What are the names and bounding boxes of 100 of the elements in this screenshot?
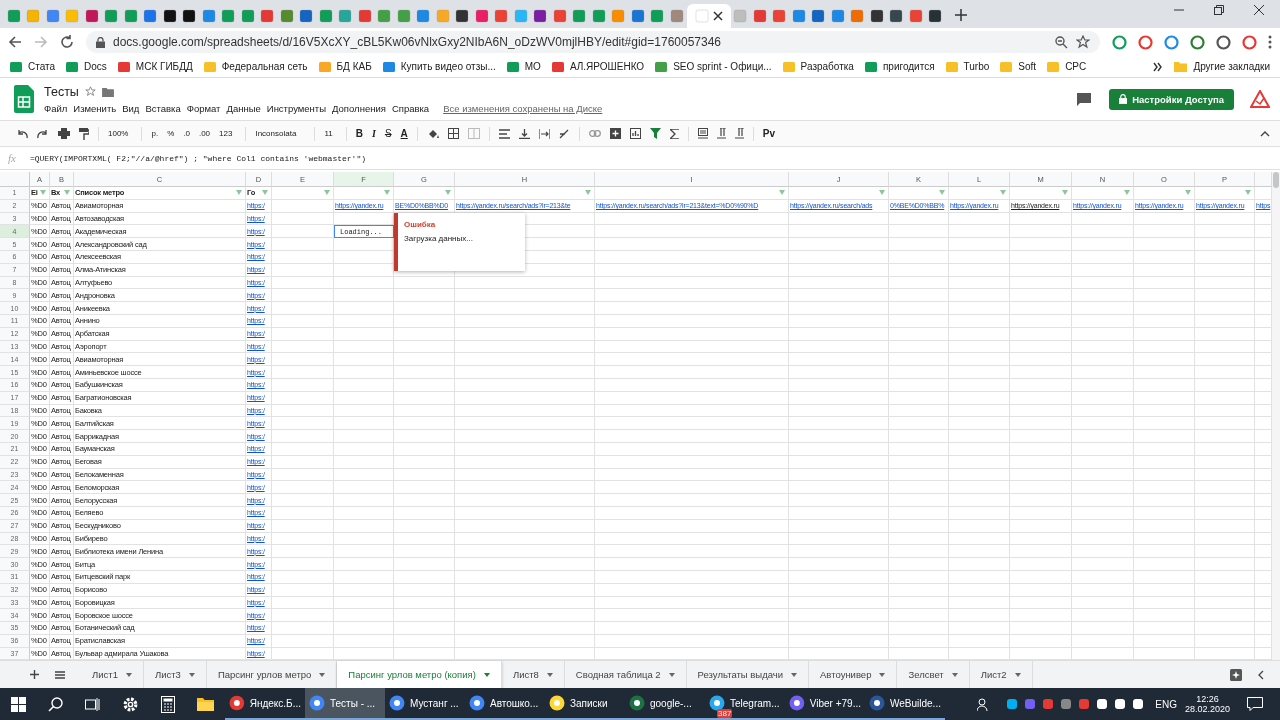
bookmark[interactable]: МО bbox=[506, 60, 541, 73]
back-icon[interactable] bbox=[8, 35, 22, 49]
menu-item[interactable]: Изменить bbox=[73, 102, 117, 114]
windows-icon[interactable] bbox=[11, 696, 26, 712]
tray-icon[interactable] bbox=[1132, 698, 1145, 710]
menu-item[interactable]: Вставка bbox=[145, 102, 181, 114]
zoom-dropdown[interactable]: 100% bbox=[108, 129, 133, 138]
clock-time[interactable]: 12:26 bbox=[1196, 694, 1219, 704]
star-icon[interactable] bbox=[84, 86, 96, 97]
extension-icon[interactable] bbox=[1138, 34, 1153, 50]
formula-field[interactable]: =QUERY(IMPORTXML( F2;"//a/@href") ; "where Col1 contains 'webmaster'") bbox=[29, 153, 366, 163]
align-icon[interactable] bbox=[498, 128, 510, 139]
font-dropdown[interactable]: Inconsolata bbox=[255, 129, 306, 138]
caret-icon[interactable] bbox=[546, 672, 553, 677]
paragraph-icon[interactable] bbox=[734, 128, 744, 139]
caret-icon[interactable] bbox=[879, 672, 886, 677]
task-view-icon[interactable] bbox=[85, 696, 100, 712]
font-size-dropdown[interactable]: 11 bbox=[324, 129, 337, 138]
extension-icon[interactable] bbox=[1242, 34, 1257, 50]
caret-icon[interactable] bbox=[791, 672, 798, 677]
menu-icon[interactable] bbox=[1268, 35, 1272, 49]
clock-date[interactable]: 28.02.2020 bbox=[1184, 704, 1230, 714]
increase-decimal-button[interactable]: .00 bbox=[198, 129, 211, 138]
redo-icon[interactable] bbox=[37, 128, 49, 139]
add-sheet-icon[interactable] bbox=[30, 670, 39, 679]
bookmark[interactable]: Turbo bbox=[945, 60, 990, 73]
menu-item[interactable]: Формат bbox=[186, 102, 221, 114]
tray-icon[interactable] bbox=[1096, 698, 1109, 710]
new-tab-icon[interactable] bbox=[955, 9, 967, 21]
share-button[interactable]: Настройки Доступа bbox=[1109, 88, 1234, 110]
caret-icon[interactable] bbox=[483, 672, 490, 677]
document-title[interactable]: Тесты bbox=[44, 84, 79, 99]
chevron-icon[interactable] bbox=[1153, 61, 1164, 72]
explore-icon[interactable] bbox=[1230, 668, 1242, 681]
bookmark[interactable]: SEO sprint - Офици... bbox=[655, 60, 772, 73]
star-icon[interactable] bbox=[1076, 35, 1090, 49]
bookmark[interactable]: Разработка bbox=[782, 60, 854, 73]
extension-icon[interactable] bbox=[1112, 34, 1127, 50]
language-indicator[interactable]: ENG bbox=[1155, 698, 1177, 710]
format-button[interactable]: B bbox=[355, 128, 363, 139]
paragraph-icon[interactable] bbox=[716, 128, 726, 139]
extension-icon[interactable] bbox=[1216, 34, 1231, 50]
menu-item[interactable]: Инструменты bbox=[266, 102, 327, 114]
folder-icon[interactable] bbox=[197, 697, 214, 711]
input-tools-dropdown[interactable]: Рv bbox=[762, 128, 779, 139]
undo-icon[interactable] bbox=[16, 128, 28, 139]
currency-button[interactable]: р. bbox=[151, 129, 159, 138]
taskbar-app[interactable]: Viber +79... bbox=[785, 688, 865, 720]
tray-icon[interactable] bbox=[1114, 698, 1127, 710]
taskbar-app[interactable]: Автошко... bbox=[465, 688, 545, 720]
link-icon[interactable] bbox=[588, 130, 601, 137]
extension-icon[interactable] bbox=[1164, 34, 1179, 50]
text-direction-icon[interactable] bbox=[697, 128, 708, 139]
caret-icon[interactable] bbox=[951, 672, 958, 677]
menu-item[interactable]: Данные bbox=[226, 102, 261, 114]
number-format-dropdown[interactable]: 123 bbox=[219, 129, 237, 138]
taskbar-app[interactable]: 387 Telegram... bbox=[705, 688, 785, 720]
bookmark[interactable]: пригодится bbox=[864, 60, 935, 73]
caret-icon[interactable] bbox=[319, 672, 326, 677]
taskbar-app[interactable]: WeBuilde... bbox=[865, 688, 945, 720]
comment-icon[interactable] bbox=[609, 128, 621, 139]
menu-item[interactable]: Дополнения bbox=[332, 102, 386, 114]
print-icon[interactable] bbox=[58, 128, 70, 139]
bookmark[interactable]: Docs bbox=[66, 60, 107, 73]
sheet-list-icon[interactable] bbox=[55, 670, 65, 679]
sum-icon[interactable] bbox=[669, 128, 679, 139]
wrap-icon[interactable] bbox=[538, 128, 550, 139]
format-button[interactable]: S bbox=[384, 128, 392, 139]
taskbar-app[interactable]: Записки bbox=[545, 688, 625, 720]
bookmark[interactable]: БД КАБ bbox=[318, 60, 372, 73]
taskbar-app[interactable]: Мустанг ... bbox=[385, 688, 465, 720]
close-icon[interactable] bbox=[1254, 5, 1264, 15]
bookmark[interactable]: Soft bbox=[1000, 60, 1037, 73]
bookmark[interactable]: МСК ГИБДД bbox=[117, 60, 193, 73]
reload-icon[interactable] bbox=[60, 35, 74, 49]
scrollbar-thumb[interactable] bbox=[1273, 172, 1279, 188]
percent-button[interactable]: % bbox=[167, 129, 175, 138]
calculator-icon[interactable] bbox=[161, 695, 175, 713]
bookmark[interactable]: Федеральная сеть bbox=[203, 60, 308, 73]
format-button[interactable]: A bbox=[400, 128, 408, 139]
taskbar-app[interactable]: Тесты - ... bbox=[305, 688, 385, 720]
caret-icon[interactable] bbox=[1014, 672, 1021, 677]
gear-icon[interactable] bbox=[122, 695, 139, 713]
sheet-tab[interactable]: Парсинг урлов метро (копия) bbox=[337, 661, 502, 688]
paint-format-icon[interactable] bbox=[79, 127, 89, 140]
search-icon[interactable] bbox=[48, 696, 63, 712]
bookmark[interactable]: АЛ.ЯРОШЕНКО bbox=[551, 60, 645, 73]
sheets-logo-icon[interactable] bbox=[14, 85, 34, 113]
restore-icon[interactable] bbox=[1214, 5, 1224, 15]
extension-icon[interactable] bbox=[1190, 34, 1205, 50]
format-button[interactable]: I bbox=[371, 128, 376, 139]
taskbar-app[interactable]: google-... bbox=[625, 688, 705, 720]
menu-item[interactable]: Вид bbox=[122, 102, 140, 114]
triangle-logo-icon[interactable] bbox=[1250, 90, 1270, 108]
collapse-icon[interactable] bbox=[1260, 130, 1270, 137]
menu-item[interactable]: Файл bbox=[44, 102, 68, 114]
bookmark-folder[interactable]: Другие закладки bbox=[1174, 61, 1270, 72]
menu-item[interactable]: Справка bbox=[391, 102, 430, 114]
bookmark[interactable]: Стата bbox=[10, 60, 56, 73]
chart-icon[interactable] bbox=[629, 128, 641, 139]
